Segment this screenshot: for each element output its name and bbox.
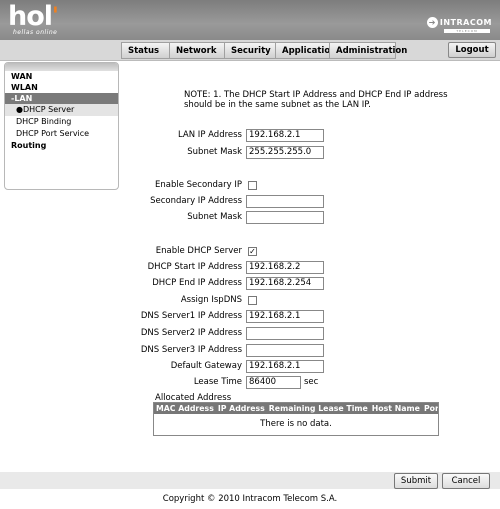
assign-isp-dns-row: Assign IspDNS — [122, 294, 498, 307]
subnet-note: NOTE: 1. The DHCP Start IP Address and D… — [184, 90, 448, 110]
tab-application[interactable]: Application — [275, 42, 336, 59]
lease-unit: sec — [304, 377, 319, 387]
subnet-input[interactable]: 255.255.255.0 — [246, 146, 324, 159]
submit-button[interactable]: Submit — [394, 473, 438, 489]
enable-dhcp-row: Enable DHCP Server ✓ — [122, 245, 498, 258]
sidebar-item-wlan[interactable]: WLAN — [5, 82, 118, 93]
gateway-label: Default Gateway — [170, 361, 242, 371]
column-ip: IP Address — [217, 404, 265, 413]
tab-security[interactable]: Security — [224, 42, 275, 59]
secondary-ip-input[interactable] — [246, 195, 324, 208]
hol-logo: hol' — [8, 1, 59, 32]
lan-ip-row: LAN IP Address 192.168.2.1 — [122, 129, 498, 142]
sidebar-item-routing[interactable]: Routing — [5, 140, 118, 151]
secondary-ip-row: Secondary IP Address — [122, 195, 498, 208]
logout-button[interactable]: Logout — [448, 42, 496, 58]
lease-row: Lease Time 86400 sec — [122, 376, 498, 389]
bullet-icon: ● — [16, 105, 23, 114]
copyright: Copyright © 2010 Intracom Telecom S.A. — [162, 494, 338, 504]
secondary-subnet-label: Subnet Mask — [187, 212, 242, 222]
dns1-input[interactable]: 192.168.2.1 — [246, 310, 324, 323]
dns3-label: DNS Server3 IP Address — [140, 345, 242, 355]
assign-isp-dns-label: Assign IspDNS — [180, 295, 242, 305]
table-empty-message: There is no data. — [260, 419, 332, 429]
sidebar: WAN WLAN -LAN ●DHCP Server DHCP Binding … — [4, 62, 119, 190]
sidebar-item-label: DHCP Server — [22, 105, 75, 114]
header-banner: hol' hellas online ➔ INTRACOM TELECOM — [0, 0, 500, 40]
dns3-input[interactable] — [246, 344, 324, 357]
dhcp-end-label: DHCP End IP Address — [152, 278, 242, 288]
lease-input[interactable]: 86400 — [246, 376, 301, 389]
table-header: MAC Address IP Address Remaining Lease T… — [154, 403, 438, 414]
intracom-arrow-icon: ➔ — [426, 17, 438, 28]
logo-apostrophe-icon: ' — [52, 4, 59, 29]
allocated-address-table: MAC Address IP Address Remaining Lease T… — [153, 402, 439, 436]
lan-ip-input[interactable]: 192.168.2.1 — [246, 129, 324, 142]
dns1-row: DNS Server1 IP Address 192.168.2.1 — [122, 310, 498, 323]
brand-subtitle: TELECOM — [444, 29, 490, 33]
dhcp-start-input[interactable]: 192.168.2.2 — [246, 261, 324, 274]
dns1-label: DNS Server1 IP Address — [140, 311, 242, 321]
dns2-input[interactable] — [246, 327, 324, 340]
dns2-label: DNS Server2 IP Address — [140, 328, 242, 338]
column-host: Host Name — [371, 404, 420, 413]
brand-name: INTRACOM — [439, 18, 492, 27]
dns2-row: DNS Server2 IP Address — [122, 327, 498, 340]
cancel-button[interactable]: Cancel — [442, 473, 490, 489]
enable-secondary-checkbox[interactable] — [248, 181, 257, 190]
dhcp-end-input[interactable]: 192.168.2.254 — [246, 277, 324, 290]
dhcp-start-label: DHCP Start IP Address — [147, 262, 242, 272]
logo-tagline: hellas online — [13, 29, 58, 36]
sidebar-item-dhcp-server[interactable]: ●DHCP Server — [5, 104, 118, 116]
tab-administration[interactable]: Administration — [329, 42, 407, 59]
secondary-subnet-row: Subnet Mask — [122, 211, 498, 224]
tab-status[interactable]: Status — [121, 42, 169, 59]
logo-text: hol — [8, 1, 53, 32]
column-mac: MAC Address — [156, 404, 214, 413]
subnet-row: Subnet Mask 255.255.255.0 — [122, 146, 498, 159]
sidebar-cap — [5, 63, 118, 71]
gateway-row: Default Gateway 192.168.2.1 — [122, 360, 498, 373]
assign-isp-dns-checkbox[interactable] — [248, 296, 257, 305]
sidebar-item-dhcp-binding[interactable]: DHCP Binding — [5, 116, 118, 128]
intracom-logo: ➔ INTRACOM — [426, 17, 492, 28]
enable-dhcp-checkbox[interactable]: ✓ — [248, 247, 257, 256]
column-port: Port — [423, 404, 438, 413]
lease-label: Lease Time — [193, 377, 242, 387]
dns3-row: DNS Server3 IP Address — [122, 344, 498, 357]
lan-settings-form: NOTE: 1. The DHCP Start IP Address and D… — [122, 62, 498, 472]
dhcp-end-row: DHCP End IP Address 192.168.2.254 — [122, 277, 498, 290]
secondary-subnet-input[interactable] — [246, 211, 324, 224]
lan-ip-label: LAN IP Address — [178, 130, 242, 140]
gateway-input[interactable]: 192.168.2.1 — [246, 360, 324, 373]
secondary-ip-label: Secondary IP Address — [150, 196, 242, 206]
enable-secondary-label: Enable Secondary IP — [154, 180, 242, 190]
enable-dhcp-label: Enable DHCP Server — [155, 246, 242, 256]
sidebar-item-dhcp-port-service[interactable]: DHCP Port Service — [5, 128, 118, 140]
sidebar-item-lan[interactable]: -LAN — [5, 93, 118, 104]
subnet-label: Subnet Mask — [187, 147, 242, 157]
dhcp-start-row: DHCP Start IP Address 192.168.2.2 — [122, 261, 498, 274]
sidebar-item-wan[interactable]: WAN — [5, 71, 118, 82]
main-tabs: Status Network Security Application Admi… — [121, 42, 407, 59]
tab-network[interactable]: Network — [169, 42, 224, 59]
column-lease: Remaining Lease Time — [268, 404, 368, 413]
enable-secondary-row: Enable Secondary IP — [122, 179, 498, 192]
